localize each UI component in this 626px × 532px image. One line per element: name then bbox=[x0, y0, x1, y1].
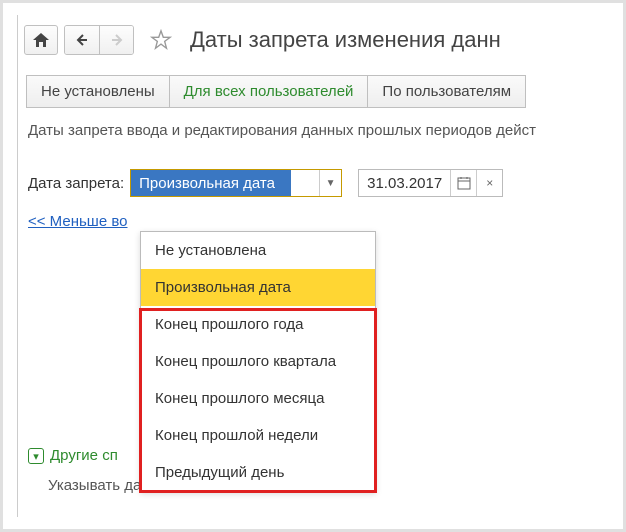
option-previous-day[interactable]: Предыдущий день bbox=[141, 454, 375, 491]
tab-all-users[interactable]: Для всех пользователей bbox=[170, 75, 369, 108]
toolbar: Даты запрета изменения данн bbox=[18, 25, 617, 65]
other-methods-sub: Указывать да bbox=[48, 477, 141, 494]
mode-select[interactable]: Произвольная дата ▼ bbox=[130, 169, 342, 197]
home-icon bbox=[32, 32, 50, 48]
arrow-right-icon bbox=[110, 33, 124, 47]
expand-toggle[interactable]: ▾ bbox=[28, 448, 44, 464]
nav-group bbox=[64, 25, 134, 55]
field-label: Дата запрета: bbox=[28, 175, 124, 192]
calendar-button[interactable] bbox=[450, 170, 476, 196]
date-input[interactable]: 31.03.2017 × bbox=[358, 169, 503, 197]
tab-not-set[interactable]: Не установлены bbox=[26, 75, 170, 108]
dropdown-list: Не установлена Произвольная дата Конец п… bbox=[140, 231, 376, 492]
close-icon: × bbox=[486, 176, 493, 190]
arrow-left-icon bbox=[75, 33, 89, 47]
tab-by-users[interactable]: По пользователям bbox=[368, 75, 526, 108]
tabs: Не установлены Для всех пользователей По… bbox=[26, 75, 617, 108]
forward-button[interactable] bbox=[99, 26, 133, 54]
option-end-last-quarter[interactable]: Конец прошлого квартала bbox=[141, 343, 375, 380]
clear-date-button[interactable]: × bbox=[476, 170, 502, 196]
calendar-icon bbox=[457, 176, 471, 190]
option-end-last-week[interactable]: Конец прошлой недели bbox=[141, 417, 375, 454]
form-row: Дата запрета: Произвольная дата ▼ 31.03.… bbox=[28, 169, 617, 197]
less-options-link[interactable]: << Меньше во bbox=[28, 213, 127, 230]
favorite-button[interactable] bbox=[146, 25, 176, 55]
chevron-down-icon: ▾ bbox=[33, 450, 39, 463]
dropdown-toggle[interactable]: ▼ bbox=[319, 170, 341, 196]
date-value: 31.03.2017 bbox=[359, 175, 450, 192]
star-icon bbox=[150, 29, 172, 51]
page-title: Даты запрета изменения данн bbox=[190, 27, 501, 53]
other-methods-label: Другие сп bbox=[50, 447, 118, 464]
option-custom-date[interactable]: Произвольная дата bbox=[141, 269, 375, 306]
other-methods-heading[interactable]: ▾ Другие сп bbox=[28, 447, 118, 464]
chevron-down-icon: ▼ bbox=[326, 178, 336, 189]
option-not-set[interactable]: Не установлена bbox=[141, 232, 375, 269]
description-text: Даты запрета ввода и редактирования данн… bbox=[28, 122, 617, 139]
home-button[interactable] bbox=[24, 25, 58, 55]
option-end-last-month[interactable]: Конец прошлого месяца bbox=[141, 380, 375, 417]
option-end-last-year[interactable]: Конец прошлого года bbox=[141, 306, 375, 343]
back-button[interactable] bbox=[65, 26, 99, 54]
select-value: Произвольная дата bbox=[131, 170, 291, 196]
